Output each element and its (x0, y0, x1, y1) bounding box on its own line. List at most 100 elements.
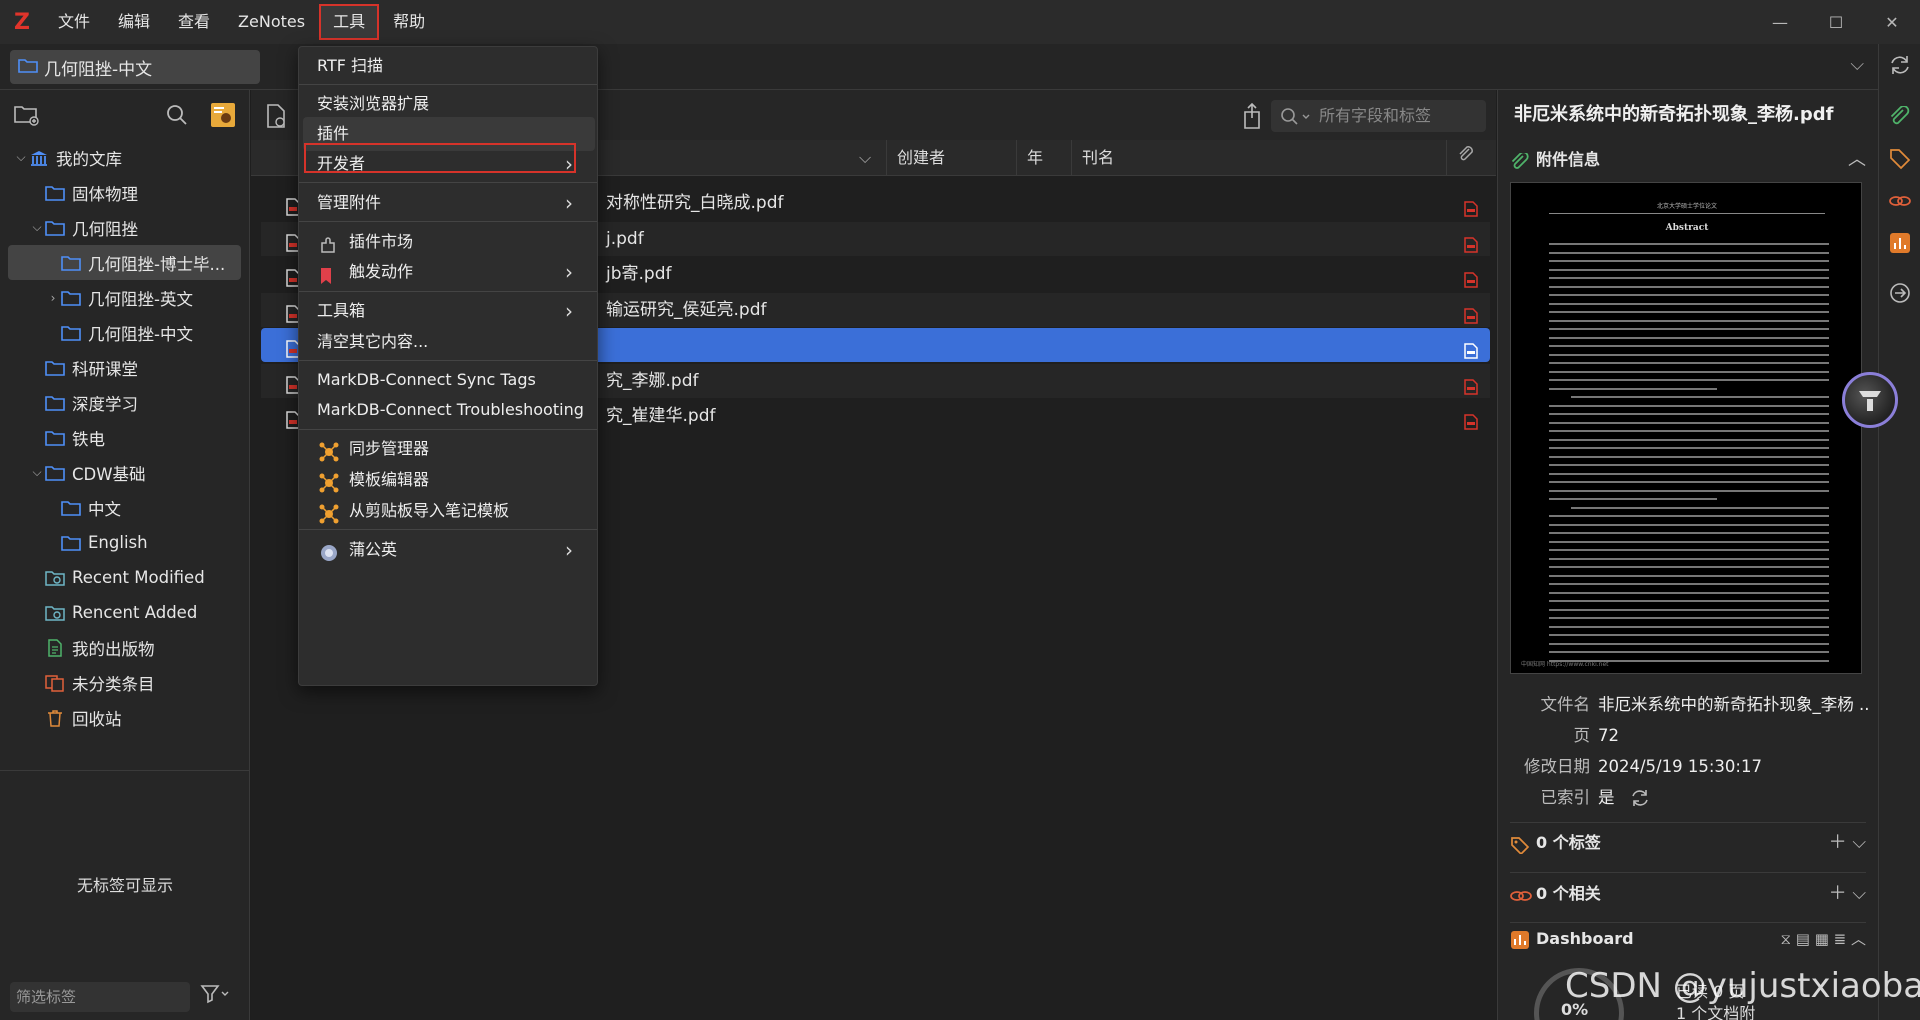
collection-item[interactable]: 中文 (0, 490, 249, 525)
chevron-down-icon[interactable]: ⌵ (1850, 54, 1864, 75)
menu-item-template-editor[interactable]: 模板编辑器 (303, 463, 595, 497)
text-line (1549, 540, 1829, 543)
new-collection-icon[interactable] (14, 104, 40, 130)
item-title-cell: j.pdf (606, 228, 644, 249)
folder-icon (44, 429, 66, 447)
divider (1510, 822, 1866, 823)
chevron-right-icon[interactable]: › (46, 291, 60, 305)
pdf-icon[interactable] (1464, 408, 1478, 442)
collection-item[interactable]: 铁电 (0, 420, 249, 455)
chevron-down-icon[interactable]: ⌵ (30, 220, 44, 235)
filter-icon[interactable] (200, 984, 230, 1008)
column-publication[interactable]: 刊名 (1071, 140, 1261, 176)
text-line (1549, 404, 1829, 407)
menu-item-dandelion[interactable]: 蒲公英 › (303, 533, 595, 567)
collection-item[interactable]: 科研课堂 (0, 350, 249, 385)
chevron-down-icon[interactable]: ⌵ (14, 150, 28, 165)
collection-item[interactable]: 固体物理 (0, 175, 249, 210)
menu-item-trigger-actions[interactable]: 触发动作 › (303, 255, 595, 289)
collection-item[interactable]: Rencent Added (0, 595, 249, 630)
column-sort-icon[interactable]: ⌵ (849, 140, 871, 176)
reindex-icon[interactable] (1630, 788, 1650, 818)
dashboard-icon[interactable] (1889, 232, 1911, 254)
collection-item[interactable]: 我的出版物 (0, 630, 249, 665)
pdf-preview[interactable]: 北京大学硕士学位论文 Abstract 中国知网 https://www.cnk… (1510, 182, 1862, 674)
collection-item[interactable]: ⌵ 几何阻挫 (0, 210, 249, 245)
menu-item-label: 清空其它内容... (317, 332, 429, 351)
collection-item[interactable]: 未分类条目 (0, 665, 249, 700)
menu-zenotes[interactable]: ZeNotes (224, 4, 319, 40)
unfiled-icon (44, 674, 66, 692)
attachment-column-icon[interactable] (1446, 140, 1496, 176)
assistant-float-button[interactable] (1842, 372, 1898, 428)
menu-edit[interactable]: 编辑 (104, 4, 164, 40)
collection-item[interactable]: 回收站 (0, 700, 249, 735)
chevron-down-icon[interactable]: ⌵ (30, 465, 44, 480)
text-line (1549, 311, 1829, 313)
menu-item-markdb-sync-tags[interactable]: MarkDB-Connect Sync Tags (303, 363, 595, 397)
menu-item-rtf-scan[interactable]: RTF 扫描 (303, 49, 595, 83)
menu-item-import-note-template[interactable]: 从剪贴板导入笔记模板 (303, 494, 595, 528)
menu-view[interactable]: 查看 (164, 4, 224, 40)
menu-item-markdb-troubleshooting[interactable]: MarkDB-Connect Troubleshooting (303, 393, 595, 427)
maximize-button[interactable]: ☐ (1808, 0, 1864, 44)
menu-item-toolbox[interactable]: 工具箱 › (303, 294, 595, 328)
close-button[interactable]: ✕ (1864, 0, 1920, 44)
collection-item[interactable]: 几何阻挫-中文 (0, 315, 249, 350)
text-line (1571, 396, 1829, 398)
dashboard-tools-icon[interactable]: ⧖ ▤ ▦ ≣ ︿ (1780, 924, 1866, 954)
text-line (1549, 438, 1829, 441)
locate-arrow-icon[interactable] (1889, 282, 1911, 304)
add-tag-icon[interactable]: ＋ ⌵ (1829, 828, 1866, 858)
add-related-icon[interactable]: ＋ ⌵ (1829, 879, 1866, 909)
related-section-header[interactable]: 0 个相关 ＋ ⌵ (1510, 879, 1870, 909)
meta-modified: 修改日期 2024/5/19 15:30:17 (1524, 757, 1762, 776)
menu-tools[interactable]: 工具 (319, 4, 380, 40)
text-line (1549, 651, 1829, 653)
tag-filter-input[interactable]: 筛选标签 (10, 982, 190, 1012)
column-year[interactable]: 年 (1016, 140, 1071, 176)
collection-item[interactable]: Recent Modified (0, 560, 249, 595)
text-line (1549, 523, 1829, 526)
search-icon[interactable] (166, 104, 188, 130)
menu-item-clear-other-content[interactable]: 清空其它内容... (303, 325, 595, 359)
menu-item-label: 工具箱 (317, 301, 366, 320)
assistant-logo-icon (1859, 391, 1881, 411)
puzzle-icon (319, 233, 337, 253)
menu-item-sync-manager[interactable]: 同步管理器 (303, 432, 595, 466)
collection-toolbar (0, 90, 249, 140)
locate-icon[interactable] (1239, 102, 1265, 134)
collection-label: 我的文库 (56, 149, 122, 169)
link-icon[interactable] (1889, 190, 1911, 212)
collection-item[interactable]: 深度学习 (0, 385, 249, 420)
menu-item-label: MarkDB-Connect Sync Tags (317, 370, 536, 389)
tags-section-header[interactable]: 0 个标签 ＋ ⌵ (1510, 828, 1870, 858)
tab-library[interactable]: 几何阻挫-中文 (10, 50, 260, 84)
new-item-icon[interactable] (265, 104, 287, 132)
collection-item[interactable]: ⌵ 我的文库 (0, 140, 249, 175)
menu-help[interactable]: 帮助 (379, 4, 439, 40)
chevron-right-icon: › (565, 260, 573, 284)
menu-file[interactable]: 文件 (44, 4, 104, 40)
paperclip-icon[interactable] (1889, 105, 1911, 128)
tag-icon[interactable] (1889, 148, 1911, 170)
collection-item[interactable]: 几何阻挫-博士毕... (8, 245, 241, 280)
app-logo: Z (14, 9, 30, 35)
text-line (1549, 362, 1829, 364)
menu-item-manage-attachments[interactable]: 管理附件 › (303, 186, 595, 220)
collection-item[interactable]: › 几何阻挫-英文 (0, 280, 249, 315)
menu-item-label: 同步管理器 (349, 439, 430, 458)
sync-note-icon[interactable] (210, 102, 236, 132)
text-line (1549, 481, 1829, 483)
preview-header: 北京大学硕士学位论文 (1656, 203, 1717, 210)
menu-item-install-browser-extension[interactable]: 安装浏览器扩展 (303, 87, 595, 121)
minimize-button[interactable]: — (1752, 0, 1808, 44)
collection-item[interactable]: ⌵ CDW基础 (0, 455, 249, 490)
column-creator[interactable]: 创建者 (886, 140, 1016, 176)
collection-item[interactable]: English (0, 525, 249, 560)
dashboard-section-header[interactable]: Dashboard ⧖ ▤ ▦ ≣ ︿ (1510, 924, 1870, 954)
chevron-up-icon[interactable]: ︿ (1848, 145, 1866, 175)
menu-item-plugin-market[interactable]: 插件市场 (303, 225, 595, 259)
attachment-section-header[interactable]: 附件信息 ︿ (1510, 145, 1870, 175)
sync-icon[interactable] (1889, 54, 1911, 76)
